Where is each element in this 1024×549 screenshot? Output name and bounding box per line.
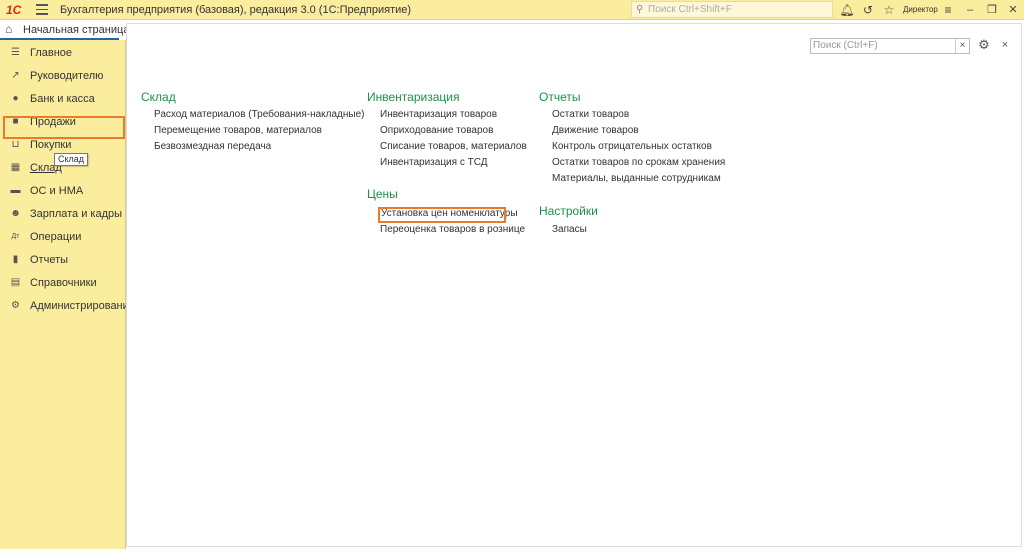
sidebar-item-administrirovanie[interactable]: ⚙ Администрирование [0,295,135,317]
link-bezvozmezdnaya[interactable]: Безвозмездная передача [154,141,271,153]
link-rashod-materialov[interactable]: Расход материалов (Требования-накладные) [154,109,365,121]
link-inventarizacia-tovarov[interactable]: Инвентаризация товаров [380,109,497,121]
link-peremeshchenie[interactable]: Перемещение товаров, материалов [154,125,322,137]
home-tab-bar: ⌂ Начальная страница [0,20,129,40]
active-item-highlight [3,116,125,139]
user-name[interactable]: Директор [903,5,938,14]
search-icon: ⚲ [636,4,644,15]
maximize-icon[interactable]: ❐ [984,2,1000,18]
sidebar-item-label: Зарплата и кадры [30,208,123,220]
link-highlight [378,207,506,223]
section-title-inventarizacia: Инвентаризация [367,90,460,104]
main-menu-icon[interactable] [36,4,48,16]
trend-icon: ↗ [11,70,20,81]
global-search-placeholder: Поиск Ctrl+Shift+F [648,4,732,15]
app-title: Бухгалтерия предприятия (базовая), редак… [60,4,412,16]
gear-icon[interactable]: ⚙ [977,38,991,52]
home-icon: ⌂ [5,22,13,36]
link-ostatki-tovarov[interactable]: Остатки товаров [552,109,629,121]
sidebar-item-zarplata[interactable]: ☻ Зарплата и кадры [0,203,125,225]
sidebar-item-otchety[interactable]: ▮ Отчеты [0,249,125,271]
section-title-nastroiki: Настройки [539,204,598,218]
dt-kt-icon: Дт [11,233,20,240]
sidebar-item-label: Руководителю [30,70,104,82]
link-materialy-sotrudnikam[interactable]: Материалы, выданные сотрудникам [552,173,721,185]
link-pereocenka[interactable]: Переоценка товаров в рознице [380,224,525,236]
sidebar-item-bank[interactable]: ● Банк и касса [0,88,125,110]
title-bar: 1С Бухгалтерия предприятия (базовая), ре… [0,0,1024,20]
sidebar-item-label: Операции [30,231,82,243]
link-dvizhenie-tovarov[interactable]: Движение товаров [552,125,639,137]
settings-menu-icon[interactable]: ≡ [940,2,956,18]
history-icon[interactable]: ↺ [860,2,876,18]
sidebar-item-spravochniki[interactable]: ▤ Справочники [0,272,125,294]
sidebar-item-label: Покупки [30,139,72,151]
sidebar-item-os-nma[interactable]: ▬ ОС и НМА [0,180,125,202]
star-icon[interactable]: ☆ [881,2,897,18]
tab-home-label: Начальная страница [23,24,130,36]
sidebar-item-glavnoe[interactable]: ☰ Главное [0,42,125,64]
grid-icon: ▦ [10,162,21,173]
section-search-placeholder: Поиск (Ctrl+F) [813,40,878,51]
sidebar-item-label: Главное [30,47,73,59]
sidebar-item-label: Отчеты [30,254,69,266]
link-oprihodovanie[interactable]: Оприходование товаров [380,125,493,137]
link-kontrol-ostatkov[interactable]: Контроль отрицательных остатков [552,141,712,153]
global-search-input[interactable]: ⚲ Поиск Ctrl+Shift+F [631,1,833,18]
bar-chart-icon: ▮ [12,254,19,265]
cart-icon: ⊔ [11,139,20,150]
sidebar-item-operacii[interactable]: Дт Операции [0,226,125,248]
close-window-icon[interactable]: ✕ [1005,2,1021,18]
main-content: Поиск (Ctrl+F) × ⚙ × Склад Расход матери… [126,23,1022,547]
person-icon: ☻ [10,208,21,219]
link-spisanie[interactable]: Списание товаров, материалов [380,141,527,153]
menu-icon: ☰ [11,47,20,58]
section-title-sklad: Склад [141,90,176,104]
sidebar-tooltip: Склад [54,153,89,166]
sidebar-item-label: Банк и касса [30,93,95,105]
section-search-input[interactable]: Поиск (Ctrl+F) × [810,38,970,54]
sidebar-item-rukovoditelyu[interactable]: ↗ Руководителю [0,65,125,87]
link-zapasy[interactable]: Запасы [552,224,587,236]
book-icon: ▤ [10,277,21,288]
sidebar-item-label: Администрирование [30,300,135,312]
gear-icon: ⚙ [11,300,20,311]
truck-icon: ▬ [10,185,21,196]
link-ostatki-po-srokam[interactable]: Остатки товаров по срокам хранения [552,157,725,169]
sidebar-item-label: ОС и НМА [30,185,84,197]
tab-home[interactable]: ⌂ Начальная страница [0,20,129,40]
app-logo: 1С [6,3,22,17]
bell-icon[interactable]: 🔔︎ [839,2,855,18]
coin-icon: ● [12,93,19,104]
link-inventarizacia-tsd[interactable]: Инвентаризация с ТСД [380,157,488,169]
clear-search-icon[interactable]: × [955,39,969,53]
section-title-otchety: Отчеты [539,90,581,104]
close-icon[interactable]: × [999,39,1011,51]
section-title-ceny: Цены [367,187,398,201]
minimize-icon[interactable]: – [962,2,978,18]
sidebar-item-label: Справочники [30,277,97,289]
